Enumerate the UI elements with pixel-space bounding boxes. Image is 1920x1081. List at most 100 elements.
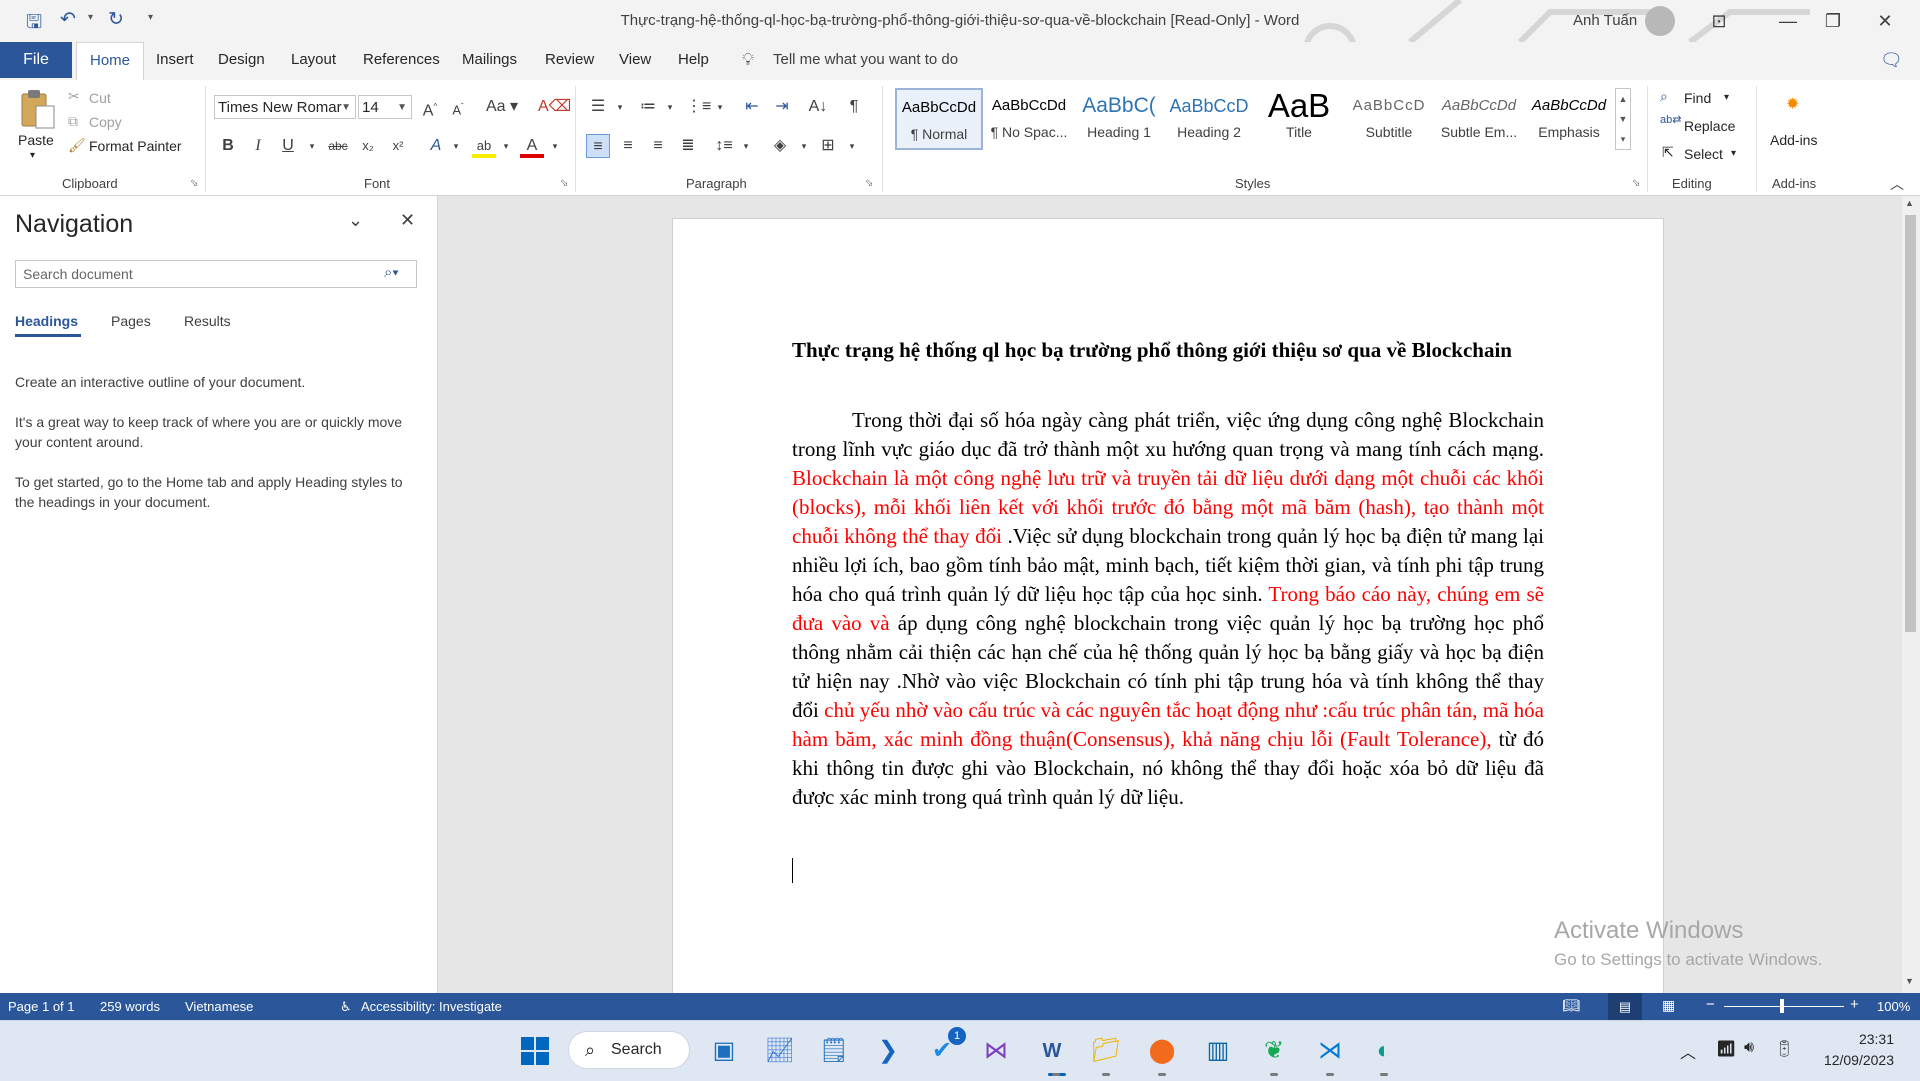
tab-design[interactable]: Design (218, 42, 265, 78)
styles-scroll[interactable]: ▲ ▼ ▾ (1615, 88, 1631, 150)
highlight-icon[interactable]: ab (472, 134, 496, 158)
style-no-spacing[interactable]: AaBbCcDd ¶ No Spac... (985, 88, 1073, 150)
subscript-icon[interactable]: x₂ (356, 134, 380, 158)
font-color-icon[interactable]: A (520, 134, 544, 158)
scroll-down-icon[interactable]: ▼ (1905, 976, 1914, 986)
collapse-ribbon-icon[interactable]: ︿ (1890, 174, 1904, 194)
performance-monitor-icon[interactable]: 📈︎ (760, 1031, 800, 1071)
zoom-level[interactable]: 100% (1877, 999, 1910, 1014)
numbering-icon[interactable]: ≔ (636, 95, 660, 119)
postman-icon[interactable]: ⬤ (1142, 1031, 1182, 1071)
paste-dropdown-icon[interactable]: ▾ (30, 150, 35, 161)
tab-view[interactable]: View (619, 42, 651, 78)
shrink-font-icon[interactable]: Aˇ (446, 95, 470, 119)
tell-me-search[interactable]: Tell me what you want to do (773, 42, 958, 78)
paragraph-launcher-icon[interactable]: ⬂ (865, 178, 873, 189)
select-dropdown-icon[interactable]: ▾ (1731, 148, 1736, 159)
wifi-icon[interactable]: 📶︎ (1716, 1039, 1736, 1059)
style-normal[interactable]: AaBbCcDd ¶ Normal (895, 88, 983, 150)
style-subtle-emphasis[interactable]: AaBbCcDd Subtle Em... (1435, 88, 1523, 150)
clock-date[interactable]: 12/09/2023 (1800, 1052, 1894, 1068)
style-subtitle[interactable]: AaBbCcD Subtitle (1345, 88, 1433, 150)
align-center-icon[interactable]: ≡ (616, 134, 640, 158)
tab-help[interactable]: Help (678, 42, 709, 78)
nav-tab-results[interactable]: Results (184, 313, 231, 329)
nav-tab-headings[interactable]: Headings (15, 313, 78, 329)
decrease-indent-icon[interactable]: ⇤ (740, 95, 764, 119)
close-icon[interactable]: ✕ (400, 210, 415, 231)
mongodb-icon[interactable]: ❦ (1254, 1031, 1294, 1071)
sort-icon[interactable]: A↓ (806, 95, 830, 119)
bullets-icon[interactable]: ☰ (586, 95, 610, 119)
borders-icon[interactable]: ⊞ (816, 134, 840, 158)
trello-icon[interactable]: ▥ (1198, 1031, 1238, 1071)
numbering-dropdown-icon[interactable]: ▾ (658, 95, 682, 119)
accessibility-status[interactable]: Accessibility: Investigate (361, 999, 502, 1014)
bold-icon[interactable]: B (216, 134, 240, 158)
underline-icon[interactable]: U (276, 134, 300, 158)
show-formatting-marks-icon[interactable]: ¶ (842, 95, 866, 119)
shading-icon[interactable]: ◈ (768, 134, 792, 158)
avatar[interactable] (1645, 6, 1675, 36)
borders-dropdown-icon[interactable]: ▾ (840, 134, 864, 158)
zoom-slider-track[interactable] (1724, 1006, 1844, 1007)
align-right-icon[interactable]: ≡ (646, 134, 670, 158)
page-count[interactable]: Page 1 of 1 (8, 999, 75, 1014)
control-panel-icon[interactable]: ▣ (704, 1031, 744, 1071)
visual-studio-icon[interactable]: ⋈ (976, 1031, 1016, 1071)
web-layout-icon[interactable]: ▦ (1662, 997, 1675, 1014)
user-name[interactable]: Anh Tuấn (1573, 12, 1637, 29)
line-spacing-dropdown-icon[interactable]: ▾ (734, 134, 758, 158)
text-effects-dropdown-icon[interactable]: ▾ (444, 134, 468, 158)
restore-button[interactable]: ❐ (1810, 6, 1856, 36)
format-painter-button[interactable]: Format Painter (89, 138, 182, 154)
tab-file[interactable]: File (0, 42, 72, 78)
scrollbar-thumb[interactable] (1905, 215, 1916, 632)
notepad-icon[interactable]: 🗒 (814, 1031, 854, 1071)
style-emphasis[interactable]: AaBbCcDd Emphasis (1525, 88, 1613, 150)
multilevel-dropdown-icon[interactable]: ▾ (708, 95, 732, 119)
document-paragraph[interactable]: Trong thời đại số hóa ngày càng phát tri… (792, 406, 1544, 812)
styles-launcher-icon[interactable]: ⬂ (1632, 178, 1640, 189)
minimize-button[interactable]: — (1765, 6, 1811, 36)
nav-tab-pages[interactable]: Pages (111, 313, 151, 329)
scroll-up-icon[interactable]: ▲ (1905, 198, 1914, 208)
change-case-icon[interactable]: Aa ▾ (482, 95, 522, 119)
underline-dropdown-icon[interactable]: ▾ (300, 134, 324, 158)
word-icon[interactable]: W (1032, 1031, 1072, 1071)
edge-icon[interactable]: ◐ (1364, 1031, 1404, 1071)
font-launcher-icon[interactable]: ⬂ (560, 178, 568, 189)
word-count[interactable]: 259 words (100, 999, 160, 1014)
clear-formatting-icon[interactable]: A⌫ (538, 95, 571, 119)
font-name-combo[interactable]: Times New Romar ▼ (214, 95, 356, 119)
font-color-dropdown-icon[interactable]: ▾ (543, 134, 567, 158)
zoom-slider-thumb[interactable] (1780, 999, 1784, 1013)
paste-button[interactable]: Paste (18, 132, 54, 148)
replace-button[interactable]: Replace (1684, 118, 1735, 134)
style-heading-1[interactable]: AaBbC( Heading 1 (1075, 88, 1163, 150)
tab-layout[interactable]: Layout (291, 42, 336, 78)
align-left-icon[interactable]: ≡ (586, 134, 610, 158)
line-spacing-icon[interactable]: ↕≡ (712, 134, 736, 158)
superscript-icon[interactable]: x² (386, 134, 410, 158)
chevron-down-icon[interactable]: ⌄ (348, 210, 363, 231)
increase-indent-icon[interactable]: ⇥ (770, 95, 794, 119)
tab-mailings[interactable]: Mailings (462, 42, 517, 78)
volume-icon[interactable]: 🔊︎ (1744, 1039, 1754, 1057)
find-dropdown-icon[interactable]: ▾ (1724, 92, 1729, 103)
vscode-icon[interactable]: ⋊ (1310, 1031, 1350, 1071)
battery-icon[interactable]: 🔋︎ (1774, 1039, 1794, 1059)
copy-button[interactable]: Copy (89, 114, 122, 130)
style-title[interactable]: AaB Title (1255, 88, 1343, 150)
chevron-up-icon[interactable]: ︿ (1680, 1039, 1696, 1063)
add-ins-button[interactable]: Add-ins (1770, 132, 1817, 148)
shading-dropdown-icon[interactable]: ▾ (792, 134, 816, 158)
read-mode-icon[interactable]: 📖︎ (1562, 997, 1580, 1014)
taskbar-search[interactable]: ⌕ Search (568, 1031, 690, 1069)
language[interactable]: Vietnamese (185, 999, 253, 1014)
tab-references[interactable]: References (363, 42, 440, 78)
bullets-dropdown-icon[interactable]: ▾ (608, 95, 632, 119)
document-heading[interactable]: Thực trạng hệ thống ql học bạ trường phổ… (792, 336, 1544, 365)
comments-icon[interactable]: 🗨 (1880, 50, 1903, 71)
powershell-icon[interactable]: ❯ (868, 1031, 908, 1071)
